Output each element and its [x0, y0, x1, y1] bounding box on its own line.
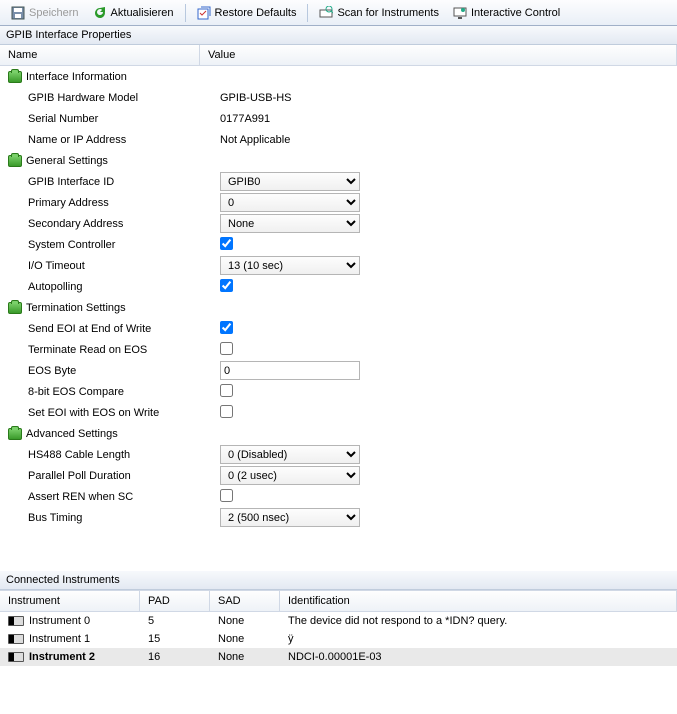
restore-icon	[197, 6, 211, 20]
primary-addr-select[interactable]: 0	[220, 193, 360, 212]
serial-value: 0177A991	[220, 113, 380, 125]
property-header: Name Value	[0, 45, 677, 66]
eos-8bit-checkbox[interactable]	[220, 384, 233, 397]
io-timeout-select[interactable]: 13 (10 sec)	[220, 256, 360, 275]
autopolling-checkbox[interactable]	[220, 279, 233, 292]
eos-8bit-label: 8-bit EOS Compare	[0, 386, 200, 398]
save-button[interactable]: Speichern	[4, 3, 86, 23]
send-eoi-checkbox[interactable]	[220, 321, 233, 334]
send-eoi-label: Send EOI at End of Write	[0, 323, 200, 335]
iface-id-label: GPIB Interface ID	[0, 176, 200, 188]
header-value: Value	[200, 45, 677, 65]
refresh-label: Aktualisieren	[111, 7, 174, 19]
system-controller-checkbox[interactable]	[220, 237, 233, 250]
hw-model-label: GPIB Hardware Model	[0, 92, 200, 104]
eos-byte-label: EOS Byte	[0, 365, 200, 377]
iface-id-select[interactable]: GPIB0	[220, 172, 360, 191]
instrument-icon	[8, 634, 24, 644]
interactive-icon	[453, 6, 467, 20]
hw-model-value: GPIB-USB-HS	[220, 92, 380, 104]
connected-header: Instrument PAD SAD Identification	[0, 590, 677, 612]
ppoll-select[interactable]: 0 (2 usec)	[220, 466, 360, 485]
set-eoi-eos-checkbox[interactable]	[220, 405, 233, 418]
col-instrument: Instrument	[0, 591, 140, 611]
serial-label: Serial Number	[0, 113, 200, 125]
eos-byte-input[interactable]	[220, 361, 360, 380]
col-sad: SAD	[210, 591, 280, 611]
category-interface-info[interactable]: Interface Information	[0, 71, 200, 83]
table-row[interactable]: Instrument 1 15 None ÿ	[0, 630, 677, 648]
connected-instruments-title: Connected Instruments	[0, 571, 677, 590]
hs488-select[interactable]: 0 (Disabled)	[220, 445, 360, 464]
interactive-label: Interactive Control	[471, 7, 560, 19]
folder-icon	[8, 71, 22, 83]
assert-ren-label: Assert REN when SC	[0, 491, 200, 503]
scan-button[interactable]: Scan for Instruments	[312, 3, 446, 23]
restore-defaults-button[interactable]: Restore Defaults	[190, 3, 304, 23]
table-row[interactable]: Instrument 2 16 None NDCI-0.00001E-03	[0, 648, 677, 666]
ppoll-label: Parallel Poll Duration	[0, 470, 200, 482]
secondary-addr-label: Secondary Address	[0, 218, 200, 230]
bus-timing-label: Bus Timing	[0, 512, 200, 524]
primary-addr-label: Primary Address	[0, 197, 200, 209]
name-ip-value: Not Applicable	[220, 134, 380, 146]
category-advanced[interactable]: Advanced Settings	[0, 428, 200, 440]
col-identification: Identification	[280, 591, 677, 611]
secondary-addr-select[interactable]: None	[220, 214, 360, 233]
instrument-icon	[8, 652, 24, 662]
category-general[interactable]: General Settings	[0, 155, 200, 167]
panel-title: GPIB Interface Properties	[0, 26, 677, 45]
restore-label: Restore Defaults	[215, 7, 297, 19]
refresh-icon	[93, 6, 107, 20]
term-read-eos-checkbox[interactable]	[220, 342, 233, 355]
save-icon	[11, 6, 25, 20]
name-ip-label: Name or IP Address	[0, 134, 200, 146]
system-controller-label: System Controller	[0, 239, 200, 251]
interactive-control-button[interactable]: Interactive Control	[446, 3, 567, 23]
autopolling-label: Autopolling	[0, 281, 200, 293]
term-read-eos-label: Terminate Read on EOS	[0, 344, 200, 356]
instrument-list: Instrument 0 5 None The device did not r…	[0, 612, 677, 666]
set-eoi-eos-label: Set EOI with EOS on Write	[0, 407, 200, 419]
folder-icon	[8, 302, 22, 314]
category-termination[interactable]: Termination Settings	[0, 302, 200, 314]
save-label: Speichern	[29, 7, 79, 19]
instrument-icon	[8, 616, 24, 626]
refresh-button[interactable]: Aktualisieren	[86, 3, 181, 23]
folder-icon	[8, 155, 22, 167]
io-timeout-label: I/O Timeout	[0, 260, 200, 272]
table-row[interactable]: Instrument 0 5 None The device did not r…	[0, 612, 677, 630]
toolbar-separator	[185, 4, 186, 22]
scan-icon	[319, 6, 333, 20]
assert-ren-checkbox[interactable]	[220, 489, 233, 502]
scan-label: Scan for Instruments	[337, 7, 439, 19]
col-pad: PAD	[140, 591, 210, 611]
hs488-label: HS488 Cable Length	[0, 449, 200, 461]
toolbar: Speichern Aktualisieren Restore Defaults…	[0, 0, 677, 26]
toolbar-separator	[307, 4, 308, 22]
property-grid: Interface Information GPIB Hardware Mode…	[0, 66, 677, 571]
folder-icon	[8, 428, 22, 440]
header-name: Name	[0, 45, 200, 65]
bus-timing-select[interactable]: 2 (500 nsec)	[220, 508, 360, 527]
